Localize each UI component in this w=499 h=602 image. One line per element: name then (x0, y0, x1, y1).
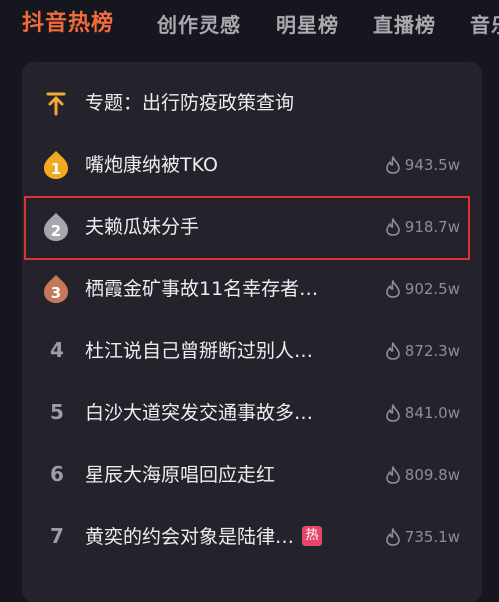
tab-douyin-hot[interactable]: 抖音热榜 (22, 10, 114, 38)
silver-medal-icon: 2 (42, 212, 70, 242)
rank-number: 6 (50, 462, 64, 486)
rank-number: 4 (50, 338, 64, 362)
item-title: 杜江说自己曾掰断过别人… (85, 340, 314, 362)
list-item[interactable]: 6 星辰大海原唱回应走红 809.8w (22, 444, 482, 506)
heat-value: 872.3w (385, 320, 460, 382)
topic-row[interactable]: 专题：出行防疫政策查询 (22, 72, 482, 134)
list-item[interactable]: 2 夫赖瓜妹分手 918.7w (22, 196, 482, 258)
list-item[interactable]: 7 黄奕的约会对象是陆律… 热 735.1w (22, 506, 482, 568)
pin-to-top-icon (42, 88, 70, 118)
item-title: 夫赖瓜妹分手 (85, 216, 200, 238)
heat-value: 943.5w (385, 134, 460, 196)
tab-music[interactable]: 音乐 (470, 11, 499, 39)
rank-number: 7 (50, 524, 64, 548)
svg-text:1: 1 (51, 160, 61, 178)
item-title: 嘴炮康纳被TKO (85, 154, 218, 176)
item-title: 星辰大海原唱回应走红 (85, 464, 276, 486)
ranking-tabs: 抖音热榜 创作灵感 明星榜 直播榜 音乐 (0, 0, 499, 52)
heat-value: 902.5w (385, 258, 460, 320)
flame-icon (385, 403, 400, 422)
tab-star-ranking[interactable]: 明星榜 (276, 11, 339, 39)
gold-medal-icon: 1 (42, 150, 70, 180)
tab-live-ranking[interactable]: 直播榜 (373, 11, 436, 39)
heat-value: 735.1w (385, 506, 460, 568)
flame-icon (385, 217, 400, 236)
svg-text:2: 2 (51, 222, 61, 240)
list-item[interactable]: 1 嘴炮康纳被TKO 943.5w (22, 134, 482, 196)
item-title-text: 黄奕的约会对象是陆律… (85, 526, 295, 548)
list-item[interactable]: 5 白沙大道突发交通事故多… 841.0w (22, 382, 482, 444)
list-item[interactable]: 3 栖霞金矿事故11名幸存者… 902.5w (22, 258, 482, 320)
item-title: 黄奕的约会对象是陆律… 热 (85, 506, 323, 568)
flame-icon (385, 155, 400, 174)
flame-icon (385, 465, 400, 484)
hot-badge: 热 (302, 525, 323, 546)
flame-icon (385, 527, 400, 546)
heat-value: 918.7w (385, 196, 460, 258)
bronze-medal-icon: 3 (42, 274, 70, 304)
heat-value: 809.8w (385, 444, 460, 506)
topic-title: 专题：出行防疫政策查询 (85, 92, 295, 114)
svg-text:3: 3 (51, 284, 61, 302)
rank-number: 5 (50, 400, 64, 424)
flame-icon (385, 341, 400, 360)
flame-icon (385, 279, 400, 298)
item-title: 栖霞金矿事故11名幸存者… (85, 278, 319, 300)
heat-value: 841.0w (385, 382, 460, 444)
item-title: 白沙大道突发交通事故多… (85, 402, 314, 424)
list-item[interactable]: 4 杜江说自己曾掰断过别人… 872.3w (22, 320, 482, 382)
tab-creative-inspiration[interactable]: 创作灵感 (157, 11, 241, 39)
